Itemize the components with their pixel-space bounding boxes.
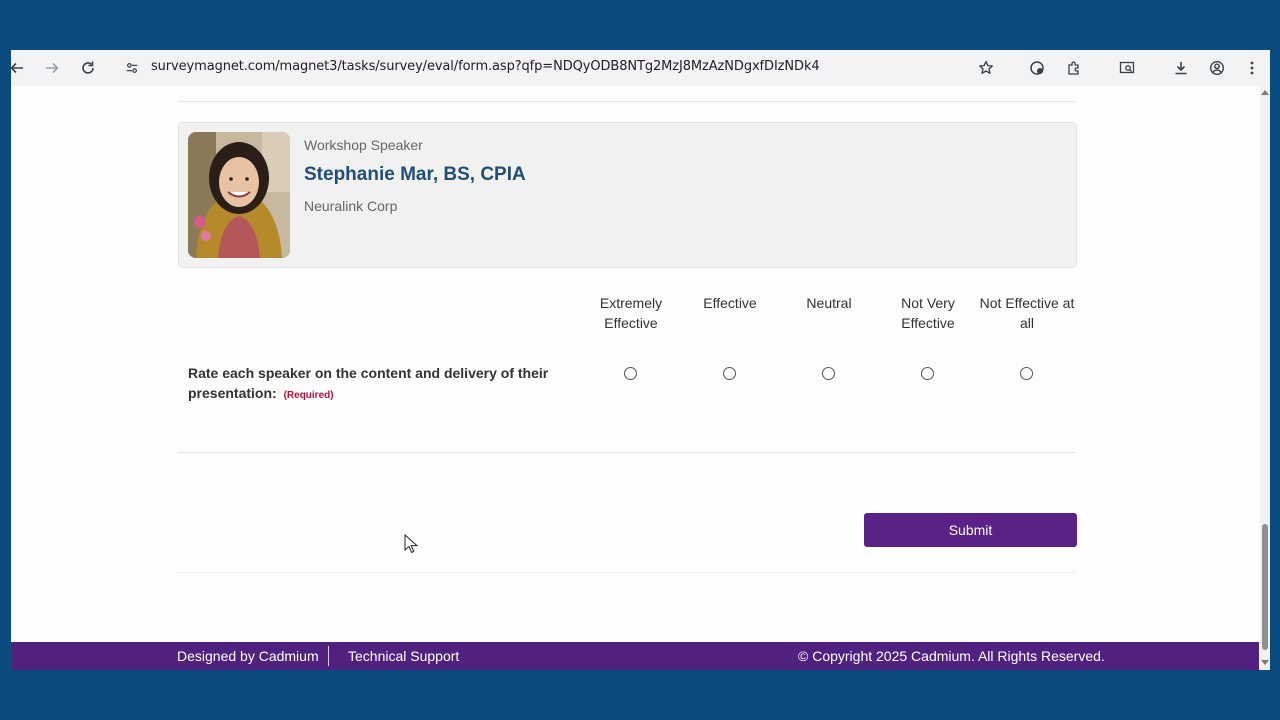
puzzle-icon — [1068, 61, 1079, 75]
extension-badge-icon — [1030, 61, 1044, 75]
lens-button[interactable] — [1113, 54, 1141, 82]
radio-effective[interactable] — [723, 367, 736, 380]
extensions-button[interactable] — [1060, 54, 1088, 82]
extension-button[interactable] — [1023, 54, 1051, 82]
radio-not-effective-at-all[interactable] — [1020, 367, 1033, 380]
browser-window: surveymagnet.com/magnet3/tasks/survey/ev… — [11, 50, 1270, 670]
page-footer: Designed by Cadmium Technical Support © … — [11, 642, 1259, 670]
mouse-cursor-icon — [404, 534, 418, 554]
star-icon — [979, 60, 993, 74]
survey-page: Workshop Speaker Stephanie Mar, BS, CPIA… — [11, 86, 1261, 642]
column-header-not-very-effective: Not Very Effective — [901, 295, 955, 331]
technical-support-link[interactable]: Technical Support — [348, 648, 459, 664]
speaker-card: Workshop Speaker Stephanie Mar, BS, CPIA… — [178, 122, 1077, 268]
radio-neutral[interactable] — [822, 367, 835, 380]
radio-extremely-effective[interactable] — [624, 367, 637, 380]
site-settings-icon[interactable] — [123, 59, 141, 77]
reload-button[interactable] — [74, 54, 102, 82]
speaker-organization: Neuralink Corp — [304, 198, 398, 214]
divider — [178, 101, 1076, 102]
question-text: Rate each speaker on the content and del… — [188, 365, 549, 401]
profile-button[interactable] — [1203, 54, 1231, 82]
arrow-left-icon — [11, 62, 23, 74]
footer-separator — [328, 646, 329, 666]
scroll-up-arrow-icon[interactable] — [1261, 90, 1269, 95]
forward-button[interactable] — [38, 54, 66, 82]
column-header-extremely-effective: Extremely Effective — [599, 295, 663, 331]
speaker-role: Workshop Speaker — [304, 137, 423, 153]
required-indicator: (Required) — [283, 390, 334, 401]
reload-icon — [82, 61, 94, 74]
speaker-name: Stephanie Mar, BS, CPIA — [304, 164, 526, 185]
column-header-effective: Effective — [703, 295, 757, 311]
column-header-neutral: Neutral — [806, 295, 852, 311]
account-icon — [1209, 60, 1225, 76]
screen-search-icon — [1119, 61, 1135, 74]
submit-button[interactable]: Submit — [864, 513, 1077, 547]
back-button[interactable] — [11, 54, 31, 82]
bookmark-button[interactable] — [972, 54, 1000, 82]
downloads-button[interactable] — [1167, 54, 1195, 82]
designed-by-link[interactable]: Designed by Cadmium — [177, 648, 319, 664]
download-icon — [1175, 62, 1187, 75]
kebab-menu-icon — [1250, 61, 1254, 75]
rating-question: Rate each speaker on the content and del… — [188, 363, 583, 406]
divider — [178, 452, 1076, 453]
browser-toolbar: surveymagnet.com/magnet3/tasks/survey/ev… — [11, 50, 1270, 86]
radio-not-very-effective[interactable] — [921, 367, 934, 380]
url-text[interactable]: surveymagnet.com/magnet3/tasks/survey/ev… — [151, 59, 820, 74]
scrollbar-thumb[interactable] — [1262, 524, 1268, 650]
scroll-down-arrow-icon[interactable] — [1261, 660, 1269, 665]
speaker-photo — [188, 132, 290, 258]
address-bar[interactable]: surveymagnet.com/magnet3/tasks/survey/ev… — [117, 53, 997, 83]
column-header-not-effective-at-all: Not Effective at all — [979, 295, 1075, 331]
copyright-text: © Copyright 2025 Cadmium. All Rights Res… — [798, 648, 1105, 664]
divider — [178, 572, 1076, 573]
page-scrollbar[interactable] — [1260, 86, 1270, 670]
arrow-right-icon — [46, 62, 59, 74]
menu-button[interactable] — [1238, 54, 1266, 82]
